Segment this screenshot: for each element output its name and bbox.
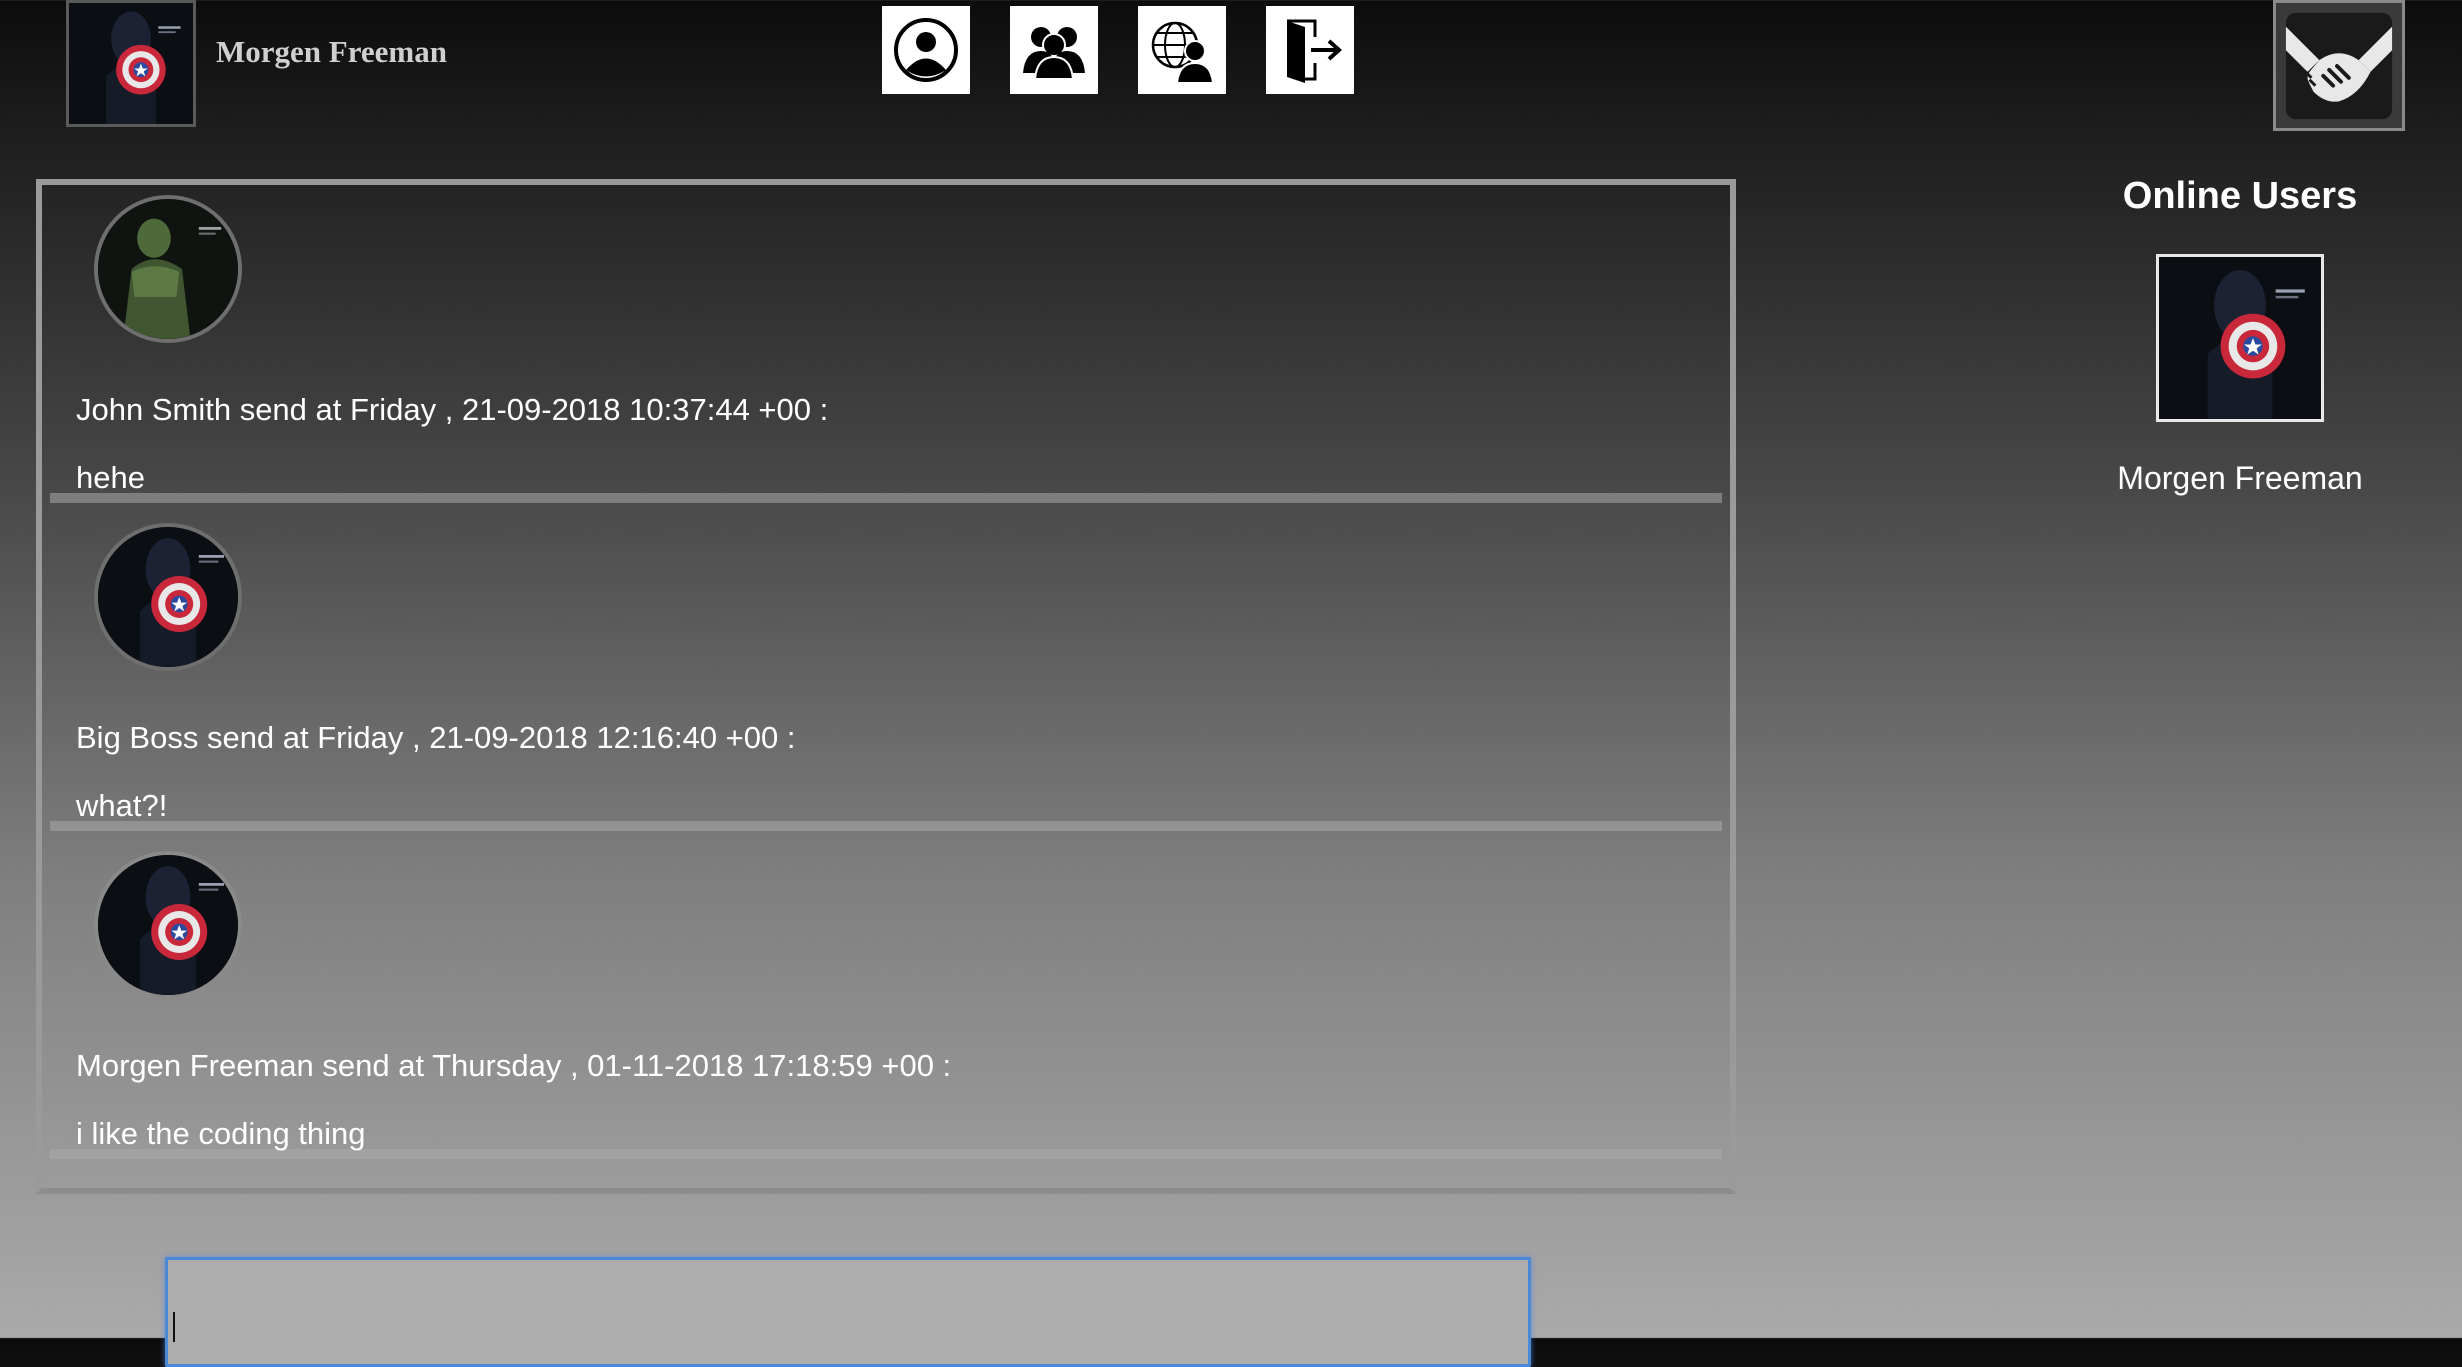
message-meta: John Smith send at Friday , 21-09-2018 1…	[76, 392, 829, 427]
current-user-avatar[interactable]	[66, 0, 196, 127]
sender-avatar[interactable]	[94, 523, 242, 671]
profile-icon	[894, 18, 958, 82]
message-item: Big Boss send at Friday , 21-09-2018 12:…	[50, 513, 1722, 831]
logout-icon	[1287, 19, 1342, 83]
current-user-name: Morgen Freeman	[216, 34, 447, 69]
message-meta: Morgen Freeman send at Thursday , 01-11-…	[76, 1048, 952, 1083]
captain-america-avatar-image	[69, 3, 193, 124]
message-text: i like the coding thing	[76, 1116, 366, 1151]
captain-america-avatar-image	[98, 855, 238, 995]
sender-avatar[interactable]	[94, 851, 242, 999]
global-users-icon	[1151, 21, 1215, 84]
sender-avatar[interactable]	[94, 195, 242, 343]
online-user-avatar[interactable]	[2156, 254, 2324, 422]
hulk-avatar-image	[98, 199, 238, 339]
online-user-name[interactable]: Morgen Freeman	[2040, 458, 2440, 498]
message-item: Morgen Freeman send at Thursday , 01-11-…	[50, 841, 1722, 1159]
friends-button[interactable]	[1010, 6, 1098, 94]
profile-button[interactable]	[882, 6, 970, 94]
message-item: John Smith send at Friday , 21-09-2018 1…	[50, 185, 1722, 503]
message-text: hehe	[76, 460, 145, 495]
chat-messages-panel[interactable]: John Smith send at Friday , 21-09-2018 1…	[36, 179, 1736, 1194]
message-input[interactable]	[165, 1257, 1531, 1367]
message-text: what?!	[76, 788, 168, 823]
friends-icon	[1023, 27, 1085, 80]
global-users-button[interactable]	[1138, 6, 1226, 94]
message-meta: Big Boss send at Friday , 21-09-2018 12:…	[76, 720, 796, 755]
captain-america-avatar-image	[2159, 257, 2321, 419]
brand-logo	[2273, 0, 2405, 131]
captain-america-avatar-image	[98, 527, 238, 667]
logout-button[interactable]	[1266, 6, 1354, 94]
handshake-icon	[2285, 12, 2393, 119]
online-users-title: Online Users	[2122, 175, 2358, 217]
